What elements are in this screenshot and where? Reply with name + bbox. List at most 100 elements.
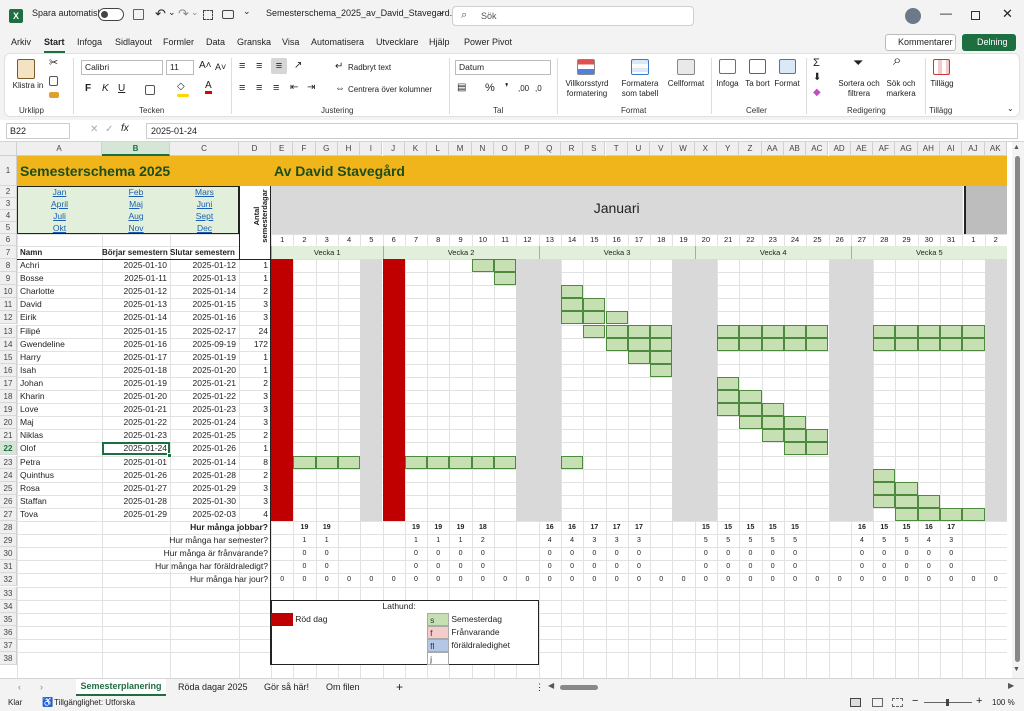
start-date[interactable]: 2025-01-19 (102, 377, 167, 390)
vacation-cell[interactable] (873, 337, 896, 351)
column-header[interactable]: H (337, 142, 361, 156)
scroll-right-icon[interactable]: › (40, 682, 43, 692)
end-date[interactable]: 2025-02-17 (170, 325, 236, 338)
end-date[interactable]: 2025-01-19 (170, 351, 236, 364)
vacation-cell[interactable] (917, 507, 940, 521)
column-header[interactable]: AK (984, 142, 1007, 156)
column-header[interactable]: AI (940, 142, 963, 156)
column-header[interactable]: O (494, 142, 517, 156)
end-date[interactable]: 2025-01-12 (170, 259, 236, 272)
zoom-out-icon[interactable]: − (912, 695, 918, 707)
scroll-left-arrow-icon[interactable]: ◀ (548, 681, 554, 690)
row-header[interactable]: 32 (0, 573, 17, 587)
month-link[interactable]: Sept (170, 210, 239, 222)
horizontal-scrollbar[interactable]: ◀ ▶ (548, 681, 1018, 693)
sheet-tab-gor-sa-har[interactable]: Gör så här! (264, 682, 309, 692)
avatar[interactable] (905, 8, 921, 24)
vacation-cell[interactable] (783, 416, 807, 430)
accounting-format-icon[interactable]: ▤ (457, 83, 466, 93)
row-header[interactable]: 4 (0, 210, 17, 222)
format-table-icon[interactable] (631, 59, 649, 75)
insert-cells-button[interactable]: Infoga (712, 79, 743, 89)
row-header[interactable]: 17 (0, 376, 17, 390)
vacation-cell[interactable] (650, 363, 673, 377)
bold-icon[interactable]: F (85, 84, 91, 94)
vacation-cell[interactable] (560, 298, 584, 312)
start-date[interactable]: 2025-01-18 (102, 364, 167, 377)
vacation-cell[interactable] (449, 455, 472, 469)
row-header[interactable]: 22 (0, 442, 17, 456)
column-header[interactable]: K (404, 142, 428, 156)
quick-access-more-icon[interactable]: ⌄ (243, 6, 251, 17)
start-date[interactable]: 2025-01-10 (102, 259, 167, 272)
vacation-cell[interactable] (605, 324, 628, 338)
delete-cells-icon[interactable] (749, 59, 766, 74)
column-header[interactable]: V (650, 142, 673, 156)
row-header[interactable]: 18 (0, 390, 17, 404)
align-top-icon[interactable]: ≡ (239, 61, 245, 72)
tab-power-pivot[interactable]: Power Pivot (464, 37, 512, 47)
row-header[interactable]: 13 (0, 324, 17, 338)
start-date[interactable]: 2025-01-26 (102, 469, 167, 482)
enter-icon[interactable]: ✓ (105, 124, 113, 135)
vacation-cell[interactable] (471, 455, 494, 469)
column-header[interactable]: L (427, 142, 450, 156)
accessibility-status[interactable]: Tillgänglighet: Utforska (54, 698, 135, 707)
redo-icon[interactable]: ↷ (178, 6, 189, 22)
orientation-icon[interactable]: ↗ (294, 61, 302, 71)
accessibility-icon[interactable]: ♿ (42, 697, 53, 708)
zoom-slider[interactable] (924, 699, 972, 706)
column-header[interactable]: X (694, 142, 717, 156)
row-header[interactable]: 38 (0, 652, 17, 666)
end-date[interactable]: 2025-01-13 (170, 272, 236, 285)
vacation-cell[interactable] (560, 455, 584, 469)
column-header[interactable]: F (293, 142, 316, 156)
normal-view-icon[interactable] (850, 698, 861, 707)
vacation-cell[interactable] (917, 337, 940, 351)
column-header[interactable]: S (583, 142, 606, 156)
cell-styles-icon[interactable] (677, 59, 695, 75)
vacation-cell[interactable] (895, 494, 918, 508)
start-date[interactable]: 2025-01-28 (102, 495, 167, 508)
row-header[interactable]: 26 (0, 494, 17, 508)
tab-infoga[interactable]: Infoga (77, 37, 102, 47)
column-header[interactable]: Y (717, 142, 740, 156)
vacation-cell[interactable] (739, 324, 762, 338)
addins-button[interactable]: Tillägg (927, 79, 957, 89)
column-header[interactable]: J (382, 142, 405, 156)
tab-sidlayout[interactable]: Sidlayout (115, 37, 152, 47)
align-right-icon[interactable]: ≡ (273, 83, 279, 94)
row-header[interactable]: 37 (0, 638, 17, 652)
vacation-cell[interactable] (560, 311, 584, 325)
vacation-cell[interactable] (627, 324, 651, 338)
scroll-up-icon[interactable]: ▲ (1013, 144, 1020, 151)
vacation-cell[interactable] (650, 324, 673, 338)
row-header[interactable]: 36 (0, 625, 17, 639)
fill-bucket-icon[interactable]: ◇ (177, 82, 185, 92)
column-header[interactable]: AA (761, 142, 784, 156)
vacation-cell[interactable] (940, 337, 963, 351)
italic-icon[interactable]: K (102, 84, 109, 94)
start-date[interactable]: 2025-01-17 (102, 351, 167, 364)
format-painter-icon[interactable] (49, 92, 59, 98)
row-header[interactable]: 21 (0, 429, 17, 443)
vacation-cell[interactable] (873, 494, 896, 508)
column-header[interactable]: Q (538, 142, 561, 156)
font-name-select[interactable]: Calibri (81, 60, 163, 75)
page-layout-icon[interactable] (872, 698, 883, 707)
vacation-cell[interactable] (337, 455, 361, 469)
vacation-cell[interactable] (583, 298, 606, 312)
column-header[interactable]: E (271, 142, 294, 156)
formula-input[interactable]: 2025-01-24 (146, 123, 1018, 139)
format-table-button[interactable]: Formatera som tabell (617, 79, 663, 99)
vacation-cell[interactable] (471, 259, 494, 273)
column-header[interactable]: B (102, 142, 170, 156)
row-header[interactable]: 10 (0, 285, 17, 299)
vacation-cell[interactable] (717, 403, 740, 417)
vacation-cell[interactable] (806, 324, 829, 338)
month-link[interactable]: Aug (102, 210, 170, 222)
percent-icon[interactable]: % (485, 83, 495, 94)
start-date[interactable]: 2025-01-11 (102, 272, 167, 285)
paste-button[interactable]: Klistra in (11, 81, 45, 91)
row-header[interactable]: 20 (0, 416, 17, 430)
